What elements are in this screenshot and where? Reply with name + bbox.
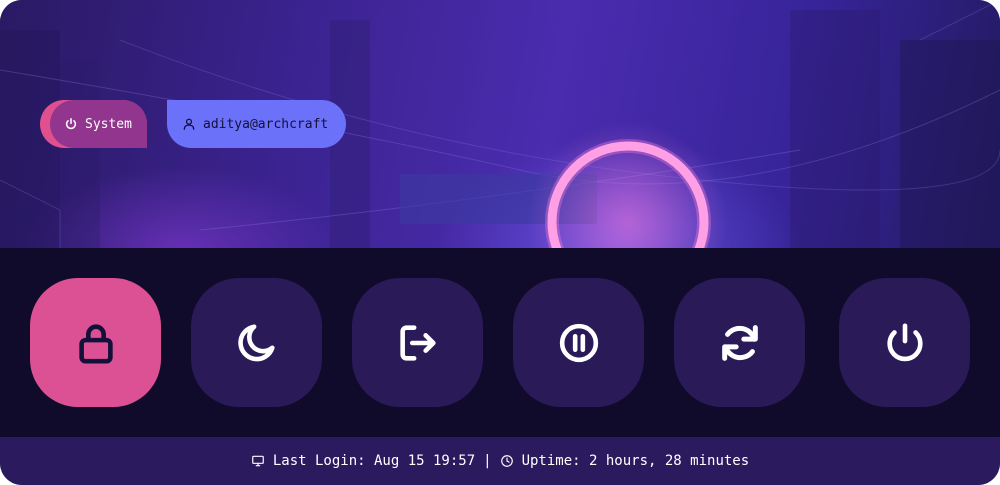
suspend-button[interactable]	[191, 278, 322, 407]
power-menu-window: System aditya@archcraft Last Login: Aug …	[0, 0, 1000, 485]
logout-button[interactable]	[352, 278, 483, 407]
shutdown-button[interactable]	[839, 278, 970, 407]
moon-icon	[237, 323, 275, 361]
refresh-icon	[721, 324, 758, 361]
monitor-icon	[252, 455, 264, 467]
clock-icon	[500, 455, 513, 467]
power-icon	[65, 117, 77, 130]
hibernate-button[interactable]	[513, 278, 644, 407]
wallpaper-scene	[0, 0, 1000, 248]
reboot-button[interactable]	[674, 278, 805, 407]
status-bar: Last Login: Aug 15 19:57 | Uptime: 2 hou…	[0, 437, 1000, 485]
pause-icon	[559, 323, 598, 362]
logout-icon	[399, 324, 436, 361]
separator: |	[483, 453, 492, 469]
power-icon	[886, 322, 923, 361]
system-label: System	[85, 116, 132, 132]
system-badge-inner: System	[50, 100, 147, 148]
user-icon	[183, 118, 195, 130]
lock-icon	[78, 323, 113, 364]
power-actions	[0, 248, 1000, 437]
system-badge: System	[40, 100, 147, 148]
wallpaper-header: System aditya@archcraft	[0, 0, 1000, 248]
user-label: aditya@archcraft	[203, 116, 329, 132]
lock-button[interactable]	[30, 278, 161, 407]
uptime-text: Uptime: 2 hours, 28 minutes	[521, 453, 750, 469]
last-login-text: Last Login: Aug 15 19:57	[272, 453, 476, 469]
user-badge: aditya@archcraft	[167, 100, 346, 148]
